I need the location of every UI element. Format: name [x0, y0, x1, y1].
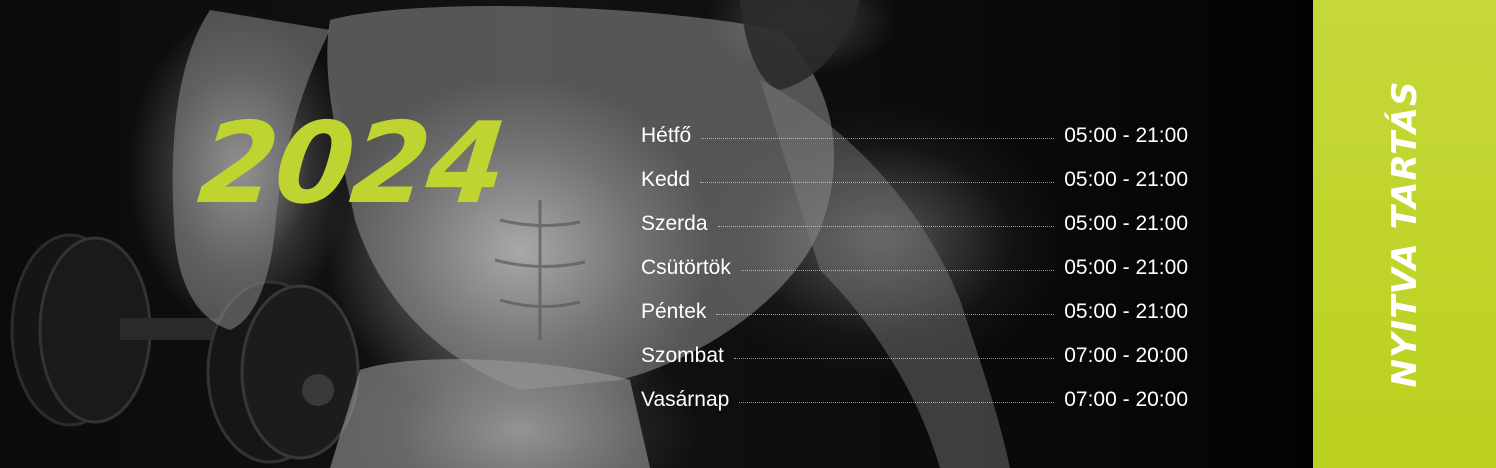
schedule-row-wednesday: Szerda 05:00 - 21:00	[641, 202, 1188, 246]
hours-value: 07:00 - 20:00	[1064, 388, 1188, 411]
side-accent-panel: NYITVA TARTÁS	[1313, 0, 1496, 468]
hours-value: 07:00 - 20:00	[1064, 344, 1188, 367]
dotted-leader	[700, 181, 1055, 183]
dotted-leader	[733, 357, 1055, 359]
hours-value: 05:00 - 21:00	[1064, 212, 1188, 235]
opening-hours-banner: 2024 Hétfő 05:00 - 21:00 Kedd 05:00 - 21…	[0, 0, 1496, 468]
schedule-row-saturday: Szombat 07:00 - 20:00	[641, 334, 1188, 378]
dotted-leader	[739, 401, 1055, 403]
day-label: Vasárnap	[641, 388, 730, 411]
dotted-leader	[717, 225, 1055, 227]
day-label: Kedd	[641, 168, 691, 191]
day-label: Hétfő	[641, 124, 692, 147]
day-label: Szerda	[641, 212, 708, 235]
day-label: Szombat	[641, 344, 724, 367]
day-label: Csütörtök	[641, 256, 731, 279]
dotted-leader	[740, 269, 1055, 271]
schedule-row-friday: Péntek 05:00 - 21:00	[641, 290, 1188, 334]
opening-hours-title: NYITVA TARTÁS	[1384, 80, 1425, 388]
day-label: Péntek	[641, 300, 707, 323]
opening-hours-list: Hétfő 05:00 - 21:00 Kedd 05:00 - 21:00 S…	[641, 114, 1188, 422]
year-headline: 2024	[193, 99, 511, 229]
schedule-row-monday: Hétfő 05:00 - 21:00	[641, 114, 1188, 158]
schedule-row-sunday: Vasárnap 07:00 - 20:00	[641, 378, 1188, 422]
schedule-row-thursday: Csütörtök 05:00 - 21:00	[641, 246, 1188, 290]
hours-value: 05:00 - 21:00	[1064, 300, 1188, 323]
hours-value: 05:00 - 21:00	[1064, 168, 1188, 191]
hours-value: 05:00 - 21:00	[1064, 124, 1188, 147]
hours-value: 05:00 - 21:00	[1064, 256, 1188, 279]
schedule-row-tuesday: Kedd 05:00 - 21:00	[641, 158, 1188, 202]
dotted-leader	[716, 313, 1055, 315]
dotted-leader	[701, 137, 1055, 139]
